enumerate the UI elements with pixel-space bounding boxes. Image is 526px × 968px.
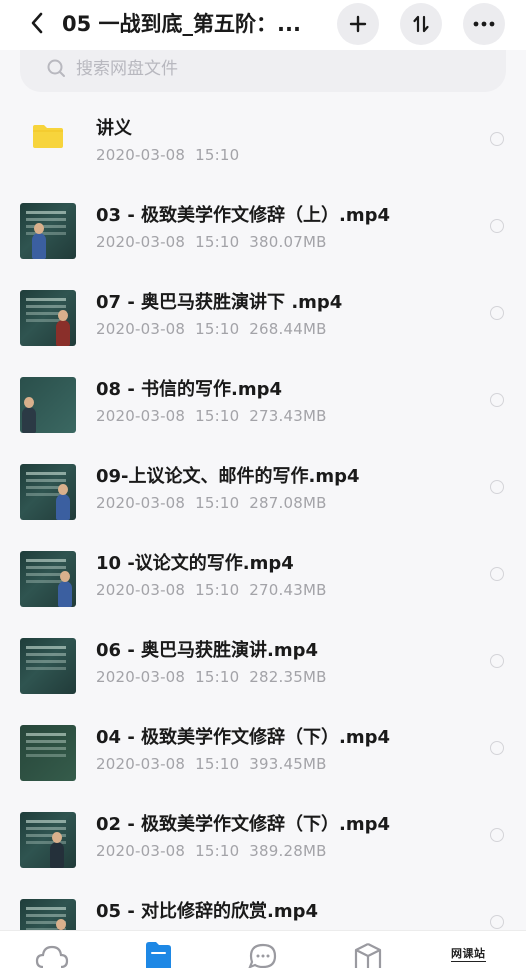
file-size: 268.44MB (249, 320, 327, 338)
file-name: 06 - 奥巴马获胜演讲.mp4 (96, 640, 319, 661)
list-item[interactable]: 04 - 极致美学作文修辞（下）.mp4 2020-03-08 15:10 39… (0, 707, 526, 794)
nav-box[interactable] (351, 939, 385, 968)
file-time: 15:10 (195, 407, 240, 425)
file-size: 393.45MB (249, 755, 327, 773)
list-item[interactable]: 08 - 书信的写作.mp4 2020-03-08 15:10 273.43MB (0, 359, 526, 446)
video-thumbnail (20, 812, 76, 868)
list-item[interactable]: 03 - 极致美学作文修辞（上）.mp4 2020-03-08 15:10 38… (0, 185, 526, 272)
list-item[interactable]: 06 - 奥巴马获胜演讲.mp4 2020-03-08 15:10 282.35… (0, 620, 526, 707)
file-meta: 2020-03-08 15:10 389.28MB (96, 841, 327, 861)
file-date: 2020-03-08 (96, 494, 186, 512)
video-thumbnail (20, 290, 76, 346)
select-radio[interactable] (490, 219, 504, 233)
file-meta: 2020-03-08 15:10 (96, 145, 239, 165)
file-time: 15:10 (195, 320, 240, 338)
more-icon (473, 21, 495, 27)
nav-cloud[interactable] (35, 939, 69, 968)
select-radio[interactable] (490, 567, 504, 581)
select-radio[interactable] (490, 828, 504, 842)
file-time: 15:10 (195, 668, 240, 686)
nav-files[interactable] (141, 939, 175, 968)
file-size: 389.28MB (249, 842, 327, 860)
back-button[interactable] (20, 6, 54, 40)
file-meta: 2020-03-08 15:10 393.45MB (96, 754, 327, 774)
file-name: 讲义 (96, 118, 132, 139)
video-thumbnail (20, 551, 76, 607)
file-date: 2020-03-08 (96, 407, 186, 425)
search-bar[interactable]: 搜索网盘文件 (20, 50, 506, 92)
file-date: 2020-03-08 (96, 581, 186, 599)
file-name: 09-上议论文、邮件的写作.mp4 (96, 466, 360, 487)
select-radio[interactable] (490, 480, 504, 494)
list-item[interactable]: 09-上议论文、邮件的写作.mp4 2020-03-08 15:10 287.0… (0, 446, 526, 533)
add-button[interactable] (337, 3, 379, 45)
file-name: 05 - 对比修辞的欣赏.mp4 (96, 901, 319, 922)
cloud-icon (35, 945, 69, 968)
select-radio[interactable] (490, 915, 504, 929)
select-radio[interactable] (490, 741, 504, 755)
file-date: 2020-03-08 (96, 842, 186, 860)
folder-title: 05 一战到底_第五阶：... (62, 12, 301, 36)
file-meta: 2020-03-08 15:10 268.44MB (96, 319, 327, 339)
select-radio[interactable] (490, 132, 504, 146)
file-size: 380.07MB (249, 233, 327, 251)
file-size: 273.43MB (249, 407, 327, 425)
files-icon (146, 942, 171, 968)
file-meta: 2020-03-08 15:10 380.07MB (96, 232, 327, 252)
file-date: 2020-03-08 (96, 233, 186, 251)
sort-button[interactable] (400, 3, 442, 45)
search-icon (47, 59, 65, 77)
box-icon (354, 943, 382, 968)
video-thumbnail (20, 464, 76, 520)
search-placeholder: 搜索网盘文件 (76, 59, 178, 79)
folder-icon (33, 125, 63, 148)
file-meta: 2020-03-08 15:10 282.35MB (96, 667, 327, 687)
file-time: 15:10 (195, 842, 240, 860)
more-button[interactable] (463, 3, 505, 45)
file-meta: 2020-03-08 15:10 287.08MB (96, 493, 327, 513)
list-item[interactable]: 10 -议论文的写作.mp4 2020-03-08 15:10 270.43MB (0, 533, 526, 620)
file-size: 282.35MB (249, 668, 327, 686)
file-size: 270.43MB (249, 581, 327, 599)
chat-icon (248, 943, 277, 968)
file-meta: 2020-03-08 15:10 273.43MB (96, 406, 327, 426)
sort-icon (413, 15, 429, 33)
file-name: 04 - 极致美学作文修辞（下）.mp4 (96, 727, 391, 748)
file-size: 287.08MB (249, 494, 327, 512)
file-name: 10 -议论文的写作.mp4 (96, 553, 294, 574)
list-item[interactable]: 讲义 2020-03-08 15:10 (0, 98, 526, 185)
select-radio[interactable] (490, 654, 504, 668)
file-date: 2020-03-08 (96, 320, 186, 338)
file-name: 07 - 奥巴马获胜演讲下 .mp4 (96, 292, 343, 313)
nav-chat[interactable] (246, 939, 280, 968)
bottom-nav: 网课站 (0, 930, 526, 968)
file-date: 2020-03-08 (96, 668, 186, 686)
video-thumbnail (20, 638, 76, 694)
select-radio[interactable] (490, 393, 504, 407)
list-item[interactable]: 02 - 极致美学作文修辞（下）.mp4 2020-03-08 15:10 38… (0, 794, 526, 881)
file-time: 15:10 (195, 494, 240, 512)
watermark-label: 网课站 (451, 947, 486, 962)
file-name: 03 - 极致美学作文修辞（上）.mp4 (96, 205, 391, 226)
file-meta: 2020-03-08 15:10 270.43MB (96, 580, 327, 600)
plus-icon (349, 15, 367, 33)
back-icon (31, 12, 43, 34)
file-time: 15:10 (195, 233, 240, 251)
select-radio[interactable] (490, 306, 504, 320)
file-time: 15:10 (195, 581, 240, 599)
file-time: 15:10 (195, 146, 240, 164)
video-thumbnail (20, 377, 76, 433)
video-thumbnail (20, 725, 76, 781)
file-date: 2020-03-08 (96, 146, 186, 164)
file-name: 08 - 书信的写作.mp4 (96, 379, 283, 400)
list-item[interactable]: 07 - 奥巴马获胜演讲下 .mp4 2020-03-08 15:10 268.… (0, 272, 526, 359)
file-time: 15:10 (195, 755, 240, 773)
file-name: 02 - 极致美学作文修辞（下）.mp4 (96, 814, 391, 835)
video-thumbnail (20, 203, 76, 259)
file-date: 2020-03-08 (96, 755, 186, 773)
top-bar: 05 一战到底_第五阶：... (0, 0, 526, 50)
